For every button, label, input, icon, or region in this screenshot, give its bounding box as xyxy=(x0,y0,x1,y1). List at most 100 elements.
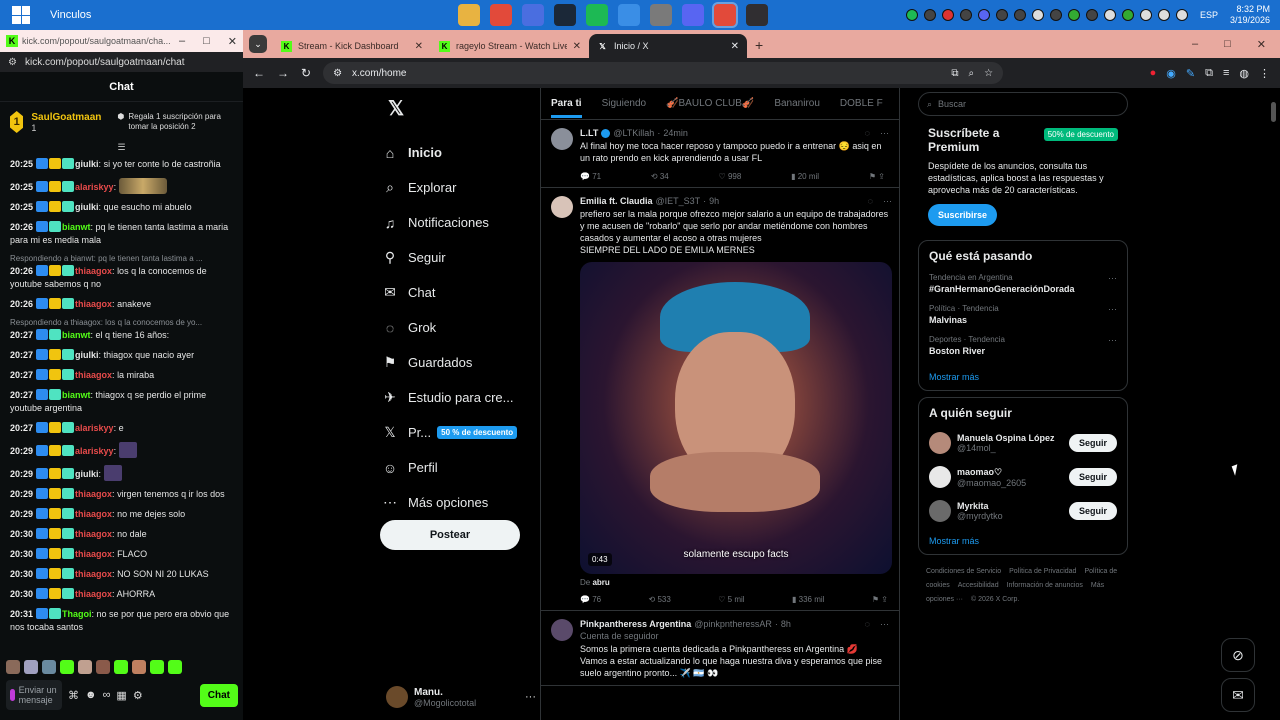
grok-icon[interactable]: ◌ xyxy=(868,196,873,206)
tray-wifi-icon[interactable] xyxy=(1139,9,1152,21)
obs-icon[interactable] xyxy=(746,4,768,26)
emote-icon[interactable] xyxy=(150,660,164,674)
footer-link[interactable]: Condiciones de Servicio xyxy=(926,568,1001,575)
nav-item-perfil[interactable]: ☺ Perfil xyxy=(380,450,540,485)
tray-app-icon[interactable] xyxy=(1121,9,1134,21)
like-button[interactable]: ♡ 5 mil xyxy=(718,595,744,604)
message-username[interactable]: bianwt xyxy=(62,330,91,340)
chat-message[interactable]: 20:27 alariskyy: e xyxy=(10,422,233,435)
clock[interactable]: 8:32 PM 3/19/2026 xyxy=(1230,4,1270,26)
message-username[interactable]: Thagoi xyxy=(62,609,92,619)
follow-button[interactable]: Seguir xyxy=(1068,434,1117,452)
nav-item-seguir[interactable]: ⚲ Seguir xyxy=(380,240,540,275)
reply-button[interactable]: 💬 76 xyxy=(580,595,601,604)
tray-app-icon[interactable] xyxy=(941,9,954,21)
nav-item-guardados[interactable]: ⚑ Guardados xyxy=(380,345,540,380)
chat-message[interactable]: 20:29 alariskyy: xyxy=(10,442,233,458)
tab-3[interactable]: Bananirou xyxy=(774,98,820,109)
chat-message[interactable]: 20:25 giulki: que esucho mi abuelo xyxy=(10,201,233,214)
views-button[interactable]: ▮ 336 mil xyxy=(792,595,824,604)
follow-suggestion[interactable]: maomao♡ @maomao_2605 Seguir xyxy=(929,466,1117,488)
extension-icon[interactable]: ✎ xyxy=(1186,67,1195,80)
footer-link[interactable]: Información de anuncios xyxy=(1007,582,1083,589)
chat-input[interactable]: Enviar un mensaje xyxy=(6,680,62,710)
avatar[interactable] xyxy=(551,619,573,641)
chat-message[interactable]: 20:27 giulki: thiagox que nacio ayer xyxy=(10,349,233,362)
follow-show-more-link[interactable]: Mostrar más xyxy=(929,536,1117,546)
tray-mic-icon[interactable] xyxy=(1031,9,1044,21)
x-logo-icon[interactable]: 𝕏 xyxy=(388,96,540,121)
emote-icon[interactable] xyxy=(78,660,92,674)
avatar[interactable] xyxy=(551,196,573,218)
taskbar-window-label[interactable]: Vinculos xyxy=(50,9,91,21)
folder-icon[interactable] xyxy=(458,4,480,26)
chat-message[interactable]: 20:30 thiaagox: FLACO xyxy=(10,548,233,561)
spotify-icon[interactable] xyxy=(586,4,608,26)
chat-message[interactable]: 20:30 thiaagox: no dale xyxy=(10,528,233,541)
chrome-icon[interactable] xyxy=(490,4,512,26)
more-icon[interactable]: ··· xyxy=(1108,304,1117,314)
tweet-video[interactable]: solamente escupo facts 0:43 xyxy=(580,262,892,574)
message-username[interactable]: bianwt xyxy=(62,222,91,232)
more-icon[interactable]: ··· xyxy=(880,619,889,629)
avatar[interactable] xyxy=(929,466,951,488)
chat-send-button[interactable]: Chat xyxy=(199,683,238,707)
tray-discord-icon[interactable] xyxy=(977,9,990,21)
tweet-time[interactable]: 8h xyxy=(781,619,791,629)
minimize-icon[interactable]: – xyxy=(179,35,185,48)
follow-suggestion[interactable]: Manuela Ospina López @14mol_ Seguir xyxy=(929,432,1117,454)
more-icon[interactable]: ··· xyxy=(883,196,892,206)
tab-0[interactable]: Para ti xyxy=(551,90,582,118)
message-username[interactable]: thiaagox xyxy=(75,509,112,519)
omnibox[interactable]: ⚙ x.com/home ⧉ ⌕ ☆ xyxy=(323,62,1004,84)
message-username[interactable]: giulki xyxy=(75,350,99,360)
emote-icon[interactable] xyxy=(96,660,110,674)
tweet[interactable]: Pinkpantheress Argentina @pinkpntheressA… xyxy=(541,611,899,686)
retweet-button[interactable]: ⟲ 34 xyxy=(651,172,669,181)
tray-volume-icon[interactable] xyxy=(1103,9,1116,21)
account-switcher[interactable]: Manu. @Mogolicototal ··· xyxy=(386,682,536,712)
tab-1[interactable]: Siguiendo xyxy=(602,98,646,109)
menu-icon[interactable]: ⋮ xyxy=(1259,67,1270,80)
emote-icon[interactable] xyxy=(42,660,56,674)
maximize-icon[interactable]: □ xyxy=(203,35,210,48)
forward-icon[interactable]: → xyxy=(277,66,289,80)
grok-icon[interactable]: ◌ xyxy=(865,128,870,138)
maximize-icon[interactable]: □ xyxy=(1224,38,1231,51)
tweet-handle[interactable]: @LTKillah xyxy=(613,128,654,138)
nav-item-grok[interactable]: ◌ Grok xyxy=(380,310,540,345)
tray-app-icon[interactable] xyxy=(1067,9,1080,21)
tab-close-icon[interactable]: ✕ xyxy=(731,41,739,52)
message-username[interactable]: thiaagox xyxy=(75,569,112,579)
search-input[interactable]: ⌕ Buscar xyxy=(918,92,1128,116)
avatar[interactable] xyxy=(551,128,573,150)
chat-message[interactable]: 20:30 thiaagox: NO SON NI 20 LUKAS xyxy=(10,568,233,581)
tweet-time[interactable]: 24min xyxy=(663,128,688,138)
tab-4[interactable]: DOBLE F xyxy=(840,98,883,109)
message-username[interactable]: alariskyy xyxy=(75,182,114,192)
like-button[interactable]: ♡ 998 xyxy=(719,172,742,181)
bookmark-star-icon[interactable]: ☆ xyxy=(984,68,993,79)
nav-item-notificaciones[interactable]: ♫ Notificaciones xyxy=(380,205,540,240)
extension-icon[interactable]: ◉ xyxy=(1166,67,1176,80)
reply-button[interactable]: 💬 71 xyxy=(580,172,601,181)
message-username[interactable]: giulki xyxy=(75,202,99,212)
tray-pen-icon[interactable] xyxy=(1157,9,1170,21)
message-username[interactable]: giulki xyxy=(75,469,99,479)
tweet-handle[interactable]: @pinkpntheressAR xyxy=(694,619,772,629)
reply-context[interactable]: Respondiendo a thiaagox: los q la conoce… xyxy=(10,318,233,327)
subscribe-button[interactable]: Suscribirse xyxy=(928,204,998,226)
message-username[interactable]: thiaagox xyxy=(75,529,112,539)
bookmark-icon[interactable]: ⚑ ⇪ xyxy=(872,595,888,604)
footer-link[interactable]: © 2026 X Corp. xyxy=(971,596,1019,603)
tab-rageylo-stream[interactable]: K rageylo Stream - Watch Live on... ✕ xyxy=(431,34,589,58)
message-username[interactable]: thiaagox xyxy=(75,589,112,599)
messages-fab-icon[interactable]: ✉ xyxy=(1221,678,1255,712)
grok-fab-icon[interactable]: ⊘ xyxy=(1221,638,1255,672)
tray-app-icon[interactable] xyxy=(1013,9,1026,21)
message-username[interactable]: bianwt xyxy=(62,390,91,400)
follow-button[interactable]: Seguir xyxy=(1068,502,1117,520)
emoji-icon[interactable]: ☻ xyxy=(85,689,97,701)
bookmark-icon[interactable]: ⚑ ⇪ xyxy=(869,172,885,181)
tweet[interactable]: Emilia ft. Claudia @IET_S3T · 9h ◌ ··· pr… xyxy=(541,188,899,611)
